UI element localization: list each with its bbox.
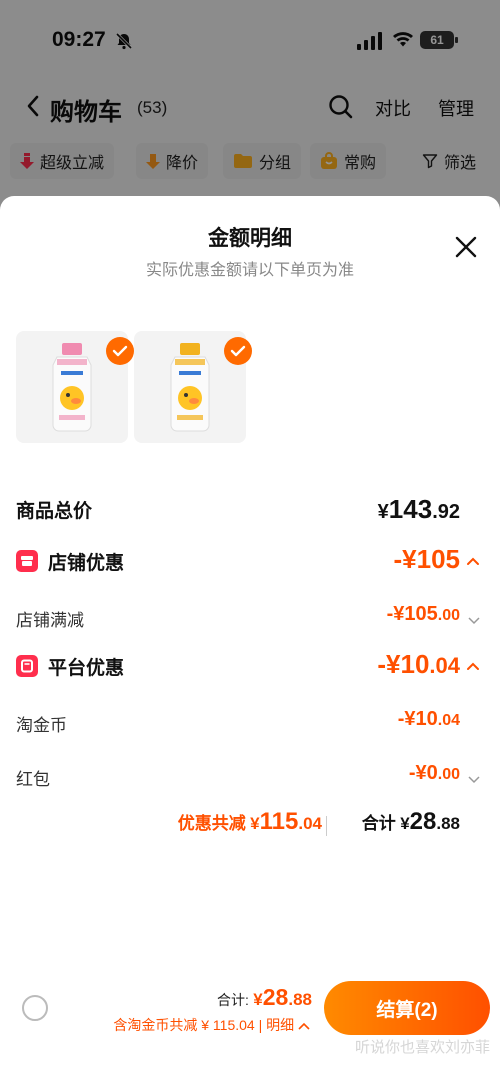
checkmark-icon xyxy=(230,345,246,357)
price-decimal: .88 xyxy=(436,814,460,833)
total-discount: 优惠共减 ¥115.04 xyxy=(178,808,322,836)
taojinbi-row: 淘金币 -¥10.04 xyxy=(0,705,500,741)
checkbox-checked[interactable] xyxy=(224,337,252,365)
currency-symbol: ¥ xyxy=(250,814,260,833)
chevron-up-icon xyxy=(466,658,480,676)
sheet-title: 金额明细 xyxy=(208,227,292,250)
chevron-down-icon xyxy=(468,771,480,789)
platform-discount-label: 平台优惠 xyxy=(48,658,125,679)
hongbao-label: 红包 xyxy=(16,770,50,789)
pink-bottle-image xyxy=(52,343,92,432)
shop-discount-value: -¥105 xyxy=(393,544,461,574)
price-integer: -¥0 xyxy=(408,762,438,784)
discount-detail-text: 含淘金币共减 ¥ 115.04 | 明细 xyxy=(113,1017,295,1033)
close-icon[interactable] xyxy=(455,236,477,263)
shop-full-reduction-label: 店铺满减 xyxy=(16,611,84,630)
price-decimal: .00 xyxy=(437,766,460,783)
discount-detail-toggle[interactable]: 含淘金币共减 ¥ 115.04 | 明细 xyxy=(113,1015,310,1035)
price-decimal: .04 xyxy=(429,653,460,678)
price-integer: 28 xyxy=(409,808,437,835)
watermark-text: 听说你也喜欢刘亦菲 xyxy=(354,1039,490,1056)
shop-full-reduction-value: -¥105.00 xyxy=(387,603,460,626)
price-integer: -¥10 xyxy=(377,649,430,679)
platform-discount-value: -¥10.04 xyxy=(377,649,460,680)
yellow-bottle-image xyxy=(170,343,210,432)
hongbao-value: -¥0.00 xyxy=(409,762,460,785)
price-integer: -¥10 xyxy=(397,708,438,730)
hongbao-row[interactable]: 红包 -¥0.00 xyxy=(0,759,500,795)
price-decimal: .04 xyxy=(437,712,460,729)
shop-tag-icon xyxy=(16,550,38,572)
price-integer: 143 xyxy=(388,494,433,524)
currency-symbol: ¥ xyxy=(400,814,410,833)
total-price-row: 商品总价 ¥143.92 xyxy=(0,494,500,530)
total-price-label: 商品总价 xyxy=(16,501,93,522)
summary-line: 优惠共减 ¥115.04 合计 ¥28.88 xyxy=(0,808,500,844)
footer-total: 合计: ¥28.88 xyxy=(217,984,312,1011)
currency-symbol: ¥ xyxy=(253,990,263,1009)
checkout-footer: 合计: ¥28.88 含淘金币共减 ¥ 115.04 | 明细 结算(2) 听说… xyxy=(0,976,500,1087)
product-thumbnail[interactable] xyxy=(134,331,252,443)
grand-total: 合计 ¥28.88 xyxy=(362,808,460,836)
shop-discount-row[interactable]: 店铺优惠 -¥105 xyxy=(0,544,500,580)
price-integer: -¥105 xyxy=(386,603,438,625)
footer-total-label: 合计: xyxy=(216,992,249,1008)
shop-discount-label: 店铺优惠 xyxy=(48,553,125,574)
price-integer: 115 xyxy=(259,808,299,835)
price-decimal: .88 xyxy=(288,990,312,1009)
chevron-up-icon xyxy=(298,1022,310,1030)
chevron-up-icon xyxy=(466,553,480,571)
platform-tag-icon xyxy=(16,655,38,677)
checkbox-checked[interactable] xyxy=(106,337,134,365)
select-all-checkbox[interactable] xyxy=(22,995,48,1021)
checkmark-icon xyxy=(112,345,128,357)
price-decimal: .92 xyxy=(432,501,460,523)
shop-full-reduction-row[interactable]: 店铺满减 -¥105.00 xyxy=(0,600,500,636)
checkout-button[interactable]: 结算(2) xyxy=(324,981,490,1035)
divider xyxy=(326,816,327,836)
price-decimal: .00 xyxy=(437,607,460,624)
platform-discount-row[interactable]: 平台优惠 -¥10.04 xyxy=(0,649,500,685)
taojinbi-value: -¥10.04 xyxy=(398,708,460,731)
sheet-subtitle: 实际优惠金额请以下单页为准 xyxy=(145,262,354,279)
amount-detail-sheet: 金额明细 实际优惠金额请以下单页为准 商品总价 ¥143.92 店铺优惠 -¥1… xyxy=(0,196,500,1087)
price-integer: 28 xyxy=(262,984,289,1010)
total-discount-label: 优惠共减 xyxy=(177,814,246,833)
price-decimal: .04 xyxy=(298,814,322,833)
total-price-value: ¥143.92 xyxy=(378,494,460,525)
taojinbi-label: 淘金币 xyxy=(16,716,67,735)
grand-total-label: 合计 xyxy=(361,814,396,833)
currency-symbol: ¥ xyxy=(377,501,389,523)
chevron-down-icon xyxy=(468,612,480,630)
product-thumbnail[interactable] xyxy=(16,331,134,443)
